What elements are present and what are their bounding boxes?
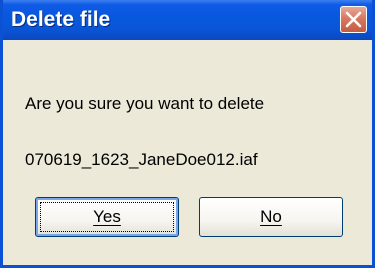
file-name: 070619_1623_JaneDoe012.iaf xyxy=(25,150,258,169)
yes-button[interactable]: Yes xyxy=(35,197,179,237)
close-button[interactable] xyxy=(340,6,367,33)
yes-button-label: Yes xyxy=(93,207,121,226)
dialog-body: Are you sure you want to delete 070619_1… xyxy=(3,40,372,265)
close-icon xyxy=(345,11,362,28)
title-bar[interactable]: Delete file xyxy=(3,0,372,40)
no-button[interactable]: No xyxy=(199,197,343,237)
delete-file-dialog: Delete file Are you sure you want to del… xyxy=(0,0,375,268)
no-button-label: No xyxy=(260,207,282,226)
dialog-title: Delete file xyxy=(11,8,111,31)
confirm-message: Are you sure you want to delete xyxy=(25,94,265,113)
